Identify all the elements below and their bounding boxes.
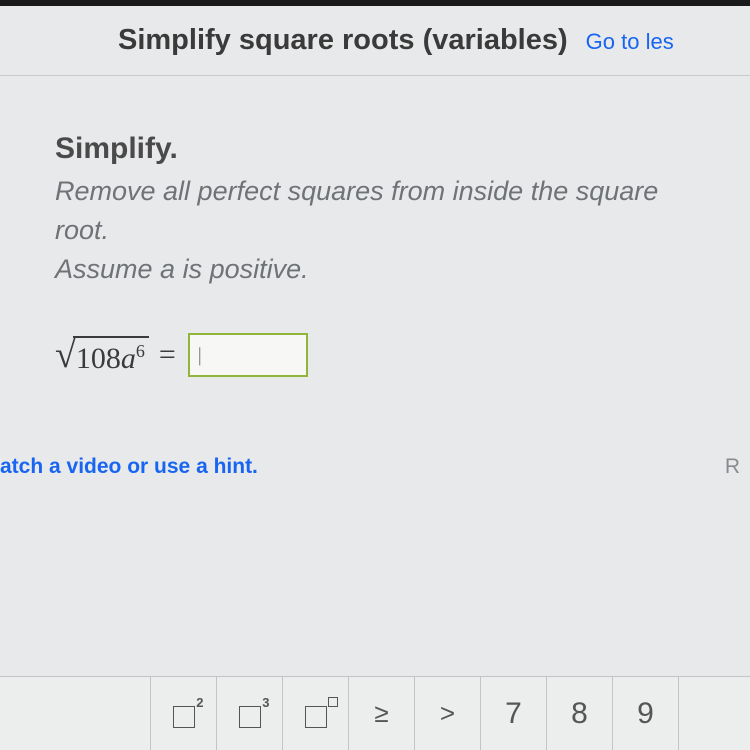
square-root-expression: √ 108a6 [55, 336, 149, 375]
prompt-heading: Simplify. [55, 132, 718, 166]
math-input-toolbar: 2 3 ≥ > 7 8 9 [0, 676, 750, 750]
page-title: Simplify square roots (variables) [118, 24, 568, 57]
input-cursor: | [198, 344, 202, 367]
coefficient: 108 [76, 342, 121, 375]
math-expression-row: √ 108a6 = | [55, 333, 718, 377]
exponent: 6 [136, 341, 145, 361]
key-cubed[interactable]: 3 [217, 677, 283, 750]
prompt-prefix: Assume [55, 254, 160, 284]
prompt-suffix: is positive. [175, 254, 309, 284]
key-8[interactable]: 8 [547, 677, 613, 750]
prompt-instruction-2: Assume a is positive. [55, 250, 718, 289]
key-7[interactable]: 7 [481, 677, 547, 750]
prompt-instruction-1: Remove all perfect squares from inside t… [55, 172, 718, 250]
placeholder-box-icon: 2 [173, 706, 195, 728]
question-content: Simplify. Remove all perfect squares fro… [0, 76, 750, 479]
report-link[interactable]: R [725, 455, 740, 479]
key-9[interactable]: 9 [613, 677, 679, 750]
equals-sign: = [159, 338, 176, 372]
prompt-variable: a [160, 254, 175, 284]
watch-video-hint-link[interactable]: atch a video or use a hint. [0, 455, 258, 479]
placeholder-box-icon [305, 706, 327, 728]
key-power[interactable] [283, 677, 349, 750]
radicand: 108a6 [73, 336, 149, 375]
superscript-label: 3 [262, 695, 269, 710]
toolbar-spacer [0, 677, 151, 750]
page-header: Simplify square roots (variables) Go to … [0, 6, 750, 76]
hint-row: atch a video or use a hint. R [0, 455, 750, 479]
placeholder-box-icon: 3 [239, 706, 261, 728]
variable: a [121, 342, 136, 375]
key-gt[interactable]: > [415, 677, 481, 750]
superscript-box-icon [328, 697, 338, 707]
superscript-label: 2 [196, 695, 203, 710]
key-squared[interactable]: 2 [151, 677, 217, 750]
answer-input[interactable]: | [188, 333, 308, 377]
key-gte[interactable]: ≥ [349, 677, 415, 750]
go-to-lesson-link[interactable]: Go to les [586, 29, 674, 55]
